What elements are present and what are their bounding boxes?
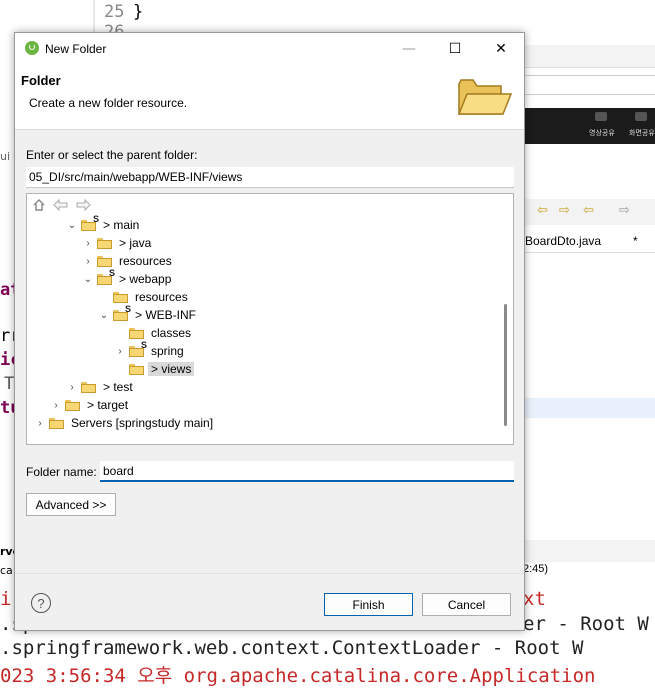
back-arrow-icon[interactable]: [53, 199, 69, 211]
nav-prev-annotation-icon[interactable]: ⇦: [537, 203, 548, 218]
tree-item-label: resources: [119, 254, 172, 268]
folder-tree: ⌄ S > main › > java › resources ⌄ S > webapp resou…: [26, 193, 514, 445]
wizard-banner: Folder Create a new folder resource.: [15, 64, 524, 130]
console-line: .springframework.web.context.ContextLoad…: [0, 637, 584, 659]
folder-name-label: Folder name:: [26, 465, 97, 479]
folder-icon: [49, 417, 64, 429]
new-folder-dialog: New Folder — ☐ ✕ Folder Create a new fol…: [14, 32, 525, 631]
video-panel: 영상공유 화면공유: [523, 108, 655, 144]
parent-folder-label: Enter or select the parent folder:: [26, 148, 198, 162]
tree-item[interactable]: ⌄ S > main: [67, 214, 142, 234]
tree-item[interactable]: › resources: [83, 252, 175, 270]
banner-description: Create a new folder resource.: [29, 96, 188, 110]
editor-tabs: BoardDto.java *: [523, 230, 655, 253]
code-line: }: [133, 2, 144, 22]
tree-item-label: spring: [151, 344, 184, 358]
ide-field: [523, 75, 655, 95]
spring-app-icon: [25, 41, 39, 55]
close-button[interactable]: ✕: [478, 33, 524, 64]
forward-icon[interactable]: ⇨: [619, 203, 630, 218]
forward-arrow-icon[interactable]: [75, 199, 91, 211]
source-folder-icon: S: [81, 214, 99, 231]
source-folder-icon: S: [97, 268, 115, 285]
tree-item-label: > test: [103, 380, 133, 394]
footer-divider: [15, 573, 524, 574]
tree-item-label: Servers [springstudy main]: [71, 416, 214, 430]
tree-rows: ⌄ S > main › > java › resources ⌄ S > webapp resou…: [27, 214, 505, 444]
tree-item[interactable]: › > java: [83, 234, 154, 252]
folder-icon: [113, 291, 128, 303]
tree-scrollbar-thumb[interactable]: [504, 304, 507, 426]
ide-nav-toolbar: ⇦ ⇨ ⇦ ⇨: [523, 199, 655, 225]
console-time-fragment: 2:45): [523, 563, 549, 575]
nav-next-annotation-icon[interactable]: ⇨: [559, 203, 570, 218]
chevron-right-icon[interactable]: ›: [67, 382, 77, 393]
tree-item-label: > views: [148, 362, 195, 376]
console-line: i: [0, 588, 12, 610]
editor-tab-modified[interactable]: *: [633, 234, 638, 248]
console-line: 023 3:56:34 오후 org.apache.catalina.core.…: [0, 665, 596, 687]
open-folder-icon: [457, 79, 513, 115]
folder-name-input[interactable]: board: [100, 461, 514, 482]
dialog-title: New Folder: [45, 42, 107, 56]
parent-folder-input[interactable]: 05_DI/src/main/webapp/WEB-INF/views: [26, 167, 514, 188]
folder-icon: [65, 399, 80, 411]
tree-item[interactable]: > views: [115, 360, 195, 378]
screen-share-icon[interactable]: [635, 112, 647, 121]
tree-item[interactable]: ⌄ S > webapp: [83, 268, 174, 288]
help-icon[interactable]: ?: [31, 593, 51, 613]
minimize-button[interactable]: —: [386, 33, 432, 64]
advanced-button[interactable]: Advanced >>: [26, 493, 116, 516]
line-number: 25: [104, 2, 125, 22]
folder-icon: [129, 327, 144, 339]
tree-item[interactable]: › Sspring: [115, 340, 187, 360]
chevron-down-icon[interactable]: ⌄: [67, 220, 77, 231]
chevron-down-icon[interactable]: ⌄: [83, 274, 93, 285]
tree-item[interactable]: › Servers [springstudy main]: [35, 414, 216, 432]
folder-icon: [81, 381, 96, 393]
banner-heading: Folder: [21, 73, 61, 88]
folder-icon: [129, 363, 144, 375]
editor-highlight-line: [523, 398, 655, 418]
left-fragment: T: [4, 374, 15, 394]
tree-item[interactable]: classes: [115, 324, 194, 342]
chevron-right-icon[interactable]: ›: [83, 256, 93, 267]
back-icon[interactable]: ⇦: [583, 203, 594, 218]
left-fragment: ui: [0, 150, 11, 163]
maximize-button[interactable]: ☐: [432, 33, 478, 64]
tree-item-label: > WEB-INF: [135, 308, 197, 322]
tree-item[interactable]: › > target: [51, 396, 131, 414]
tree-item[interactable]: › > test: [67, 378, 136, 396]
chevron-down-icon[interactable]: ⌄: [99, 310, 109, 321]
console-toolbar: [523, 540, 655, 562]
left-fragment: ca: [0, 564, 13, 577]
editor-tab-boarddto[interactable]: BoardDto.java: [525, 234, 601, 248]
folder-icon: [97, 237, 112, 249]
tree-item-label: > java: [119, 236, 152, 250]
tree-item-label: > target: [87, 398, 129, 412]
folder-icon: [97, 255, 112, 267]
chevron-right-icon[interactable]: ›: [115, 346, 125, 357]
tree-item-label: classes: [151, 326, 192, 340]
ide-toolbar-strip: [523, 45, 655, 68]
home-icon[interactable]: [32, 198, 46, 212]
chevron-right-icon[interactable]: ›: [35, 418, 45, 429]
video-share-icon[interactable]: [595, 112, 607, 121]
tree-item-label: > main: [103, 218, 140, 232]
cancel-button[interactable]: Cancel: [422, 593, 511, 616]
chevron-right-icon[interactable]: ›: [51, 400, 61, 411]
title-bar[interactable]: New Folder — ☐ ✕: [15, 33, 524, 64]
console-line: xt: [523, 588, 546, 610]
tree-item-label: resources: [135, 290, 188, 304]
tree-item-label: > webapp: [119, 272, 172, 286]
source-folder-icon: S: [113, 304, 131, 321]
source-folder-icon: S: [129, 340, 147, 357]
finish-button[interactable]: Finish: [324, 593, 413, 616]
screen-share-label: 화면공유: [629, 129, 655, 137]
tree-item[interactable]: ⌄ S > WEB-INF: [99, 304, 199, 324]
video-share-label: 영상공유: [589, 129, 615, 137]
tree-item[interactable]: resources: [99, 288, 191, 306]
console-line: er - Root W: [523, 613, 649, 635]
chevron-right-icon[interactable]: ›: [83, 238, 93, 249]
